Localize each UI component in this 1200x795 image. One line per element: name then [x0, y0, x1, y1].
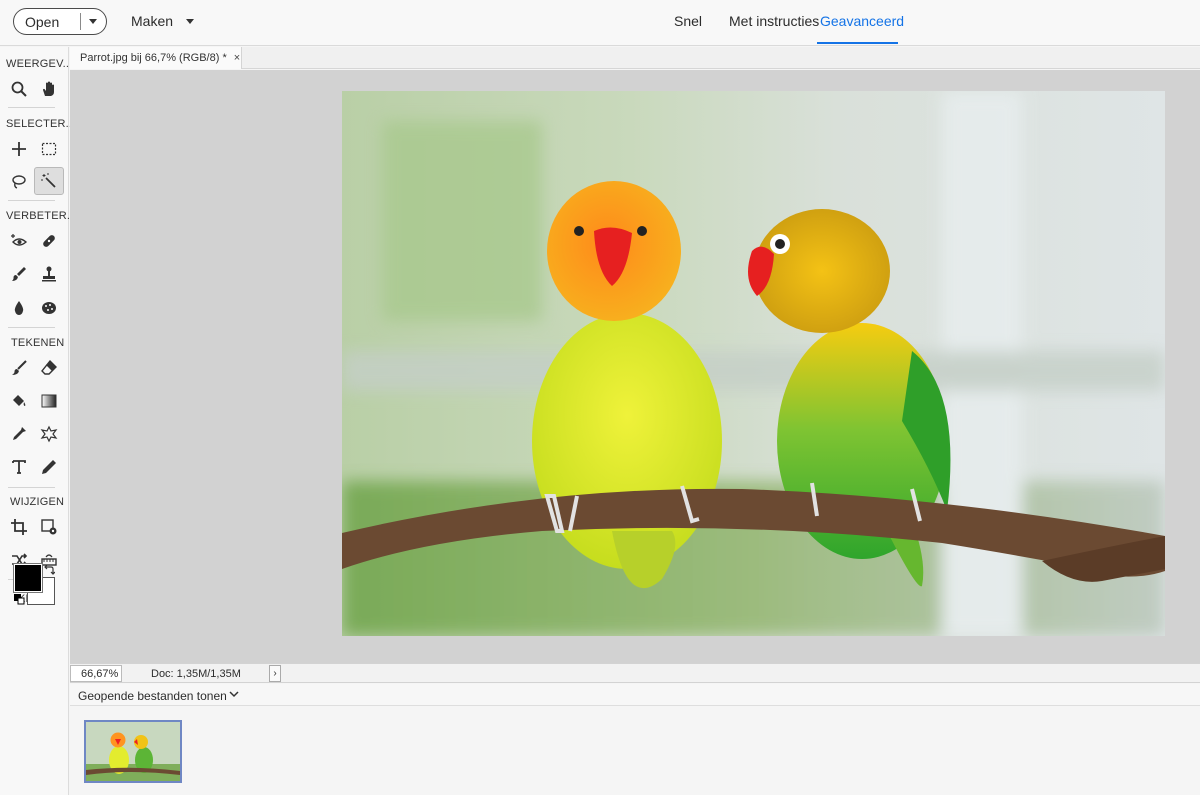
canvas-area[interactable] — [70, 70, 1200, 663]
pencil-icon[interactable] — [36, 454, 62, 480]
section-label-modify: WIJZIGEN — [10, 496, 65, 508]
zoom-level-field[interactable]: 66,67% — [70, 665, 122, 682]
foreground-color-swatch[interactable] — [13, 563, 43, 593]
eyedropper-icon[interactable] — [6, 421, 32, 447]
maken-menu[interactable]: Maken — [131, 13, 195, 29]
recompose-icon[interactable] — [36, 514, 62, 540]
close-icon[interactable]: × — [234, 52, 240, 64]
status-bar: 66,67% Doc: 1,35M/1,35M › — [70, 663, 1200, 683]
spot-healing-icon[interactable] — [36, 228, 62, 254]
chevron-down-icon[interactable] — [228, 688, 240, 700]
photo-bin-header: Geopende bestanden tonen — [70, 684, 1200, 706]
top-bar: Open Maken Snel Met instructies Geavance… — [0, 0, 1200, 46]
brush-icon[interactable] — [6, 355, 32, 381]
eraser-icon[interactable] — [36, 355, 62, 381]
chevron-down-icon[interactable] — [186, 18, 195, 24]
clone-stamp-icon[interactable] — [36, 261, 62, 287]
red-eye-icon[interactable] — [6, 228, 32, 254]
document-tab[interactable]: Parrot.jpg bij 66,7% (RGB/8) * × — [70, 47, 242, 69]
type-icon[interactable] — [6, 454, 32, 480]
show-open-files-label[interactable]: Geopende bestanden tonen — [78, 689, 227, 703]
section-label-view: WEERGEV... — [6, 58, 73, 70]
parrot-photo[interactable] — [342, 91, 1165, 636]
smart-brush-icon[interactable] — [6, 261, 32, 287]
lasso-icon[interactable] — [6, 169, 32, 195]
active-mode-indicator — [817, 42, 898, 44]
move-icon[interactable] — [6, 136, 32, 162]
open-button-label[interactable]: Open — [14, 14, 80, 30]
mode-tab-geavanceerd[interactable]: Geavanceerd — [820, 13, 904, 29]
photo-bin — [70, 707, 1200, 795]
mode-tab-met-instructies[interactable]: Met instructies — [729, 13, 819, 29]
parrot-thumbnail[interactable] — [84, 720, 182, 783]
mode-tab-snel[interactable]: Snel — [674, 13, 702, 29]
paint-bucket-icon[interactable] — [6, 388, 32, 414]
document-tab-title[interactable]: Parrot.jpg bij 66,7% (RGB/8) * — [80, 52, 227, 64]
document-size-info: Doc: 1,35M/1,35M — [151, 668, 241, 680]
open-button[interactable]: Open — [13, 8, 107, 35]
document-tab-bar: Parrot.jpg bij 66,7% (RGB/8) * × — [70, 47, 1200, 69]
sponge-icon[interactable] — [36, 295, 62, 321]
crop-icon[interactable] — [6, 514, 32, 540]
maken-label[interactable]: Maken — [131, 13, 173, 29]
tools-panel: WEERGEV... SELECTER... VERBETER... TEKEN… — [0, 47, 76, 795]
status-menu-arrow[interactable]: › — [269, 665, 281, 682]
swap-colors-icon[interactable] — [43, 564, 55, 576]
separator — [8, 200, 55, 201]
section-label-select: SELECTER... — [6, 118, 76, 130]
hand-icon[interactable] — [36, 76, 62, 102]
magic-wand-icon[interactable] — [34, 167, 64, 195]
marquee-icon[interactable] — [36, 136, 62, 162]
separator — [8, 487, 55, 488]
section-label-draw: TEKENEN — [11, 337, 65, 349]
gradient-icon[interactable] — [36, 388, 62, 414]
blur-icon[interactable] — [6, 295, 32, 321]
zoom-icon[interactable] — [6, 76, 32, 102]
open-dropdown-icon[interactable] — [81, 19, 105, 24]
section-label-enhance: VERBETER... — [6, 210, 77, 222]
custom-shape-icon[interactable] — [36, 421, 62, 447]
separator — [8, 327, 55, 328]
separator — [8, 107, 55, 108]
default-colors-icon[interactable] — [14, 594, 26, 606]
